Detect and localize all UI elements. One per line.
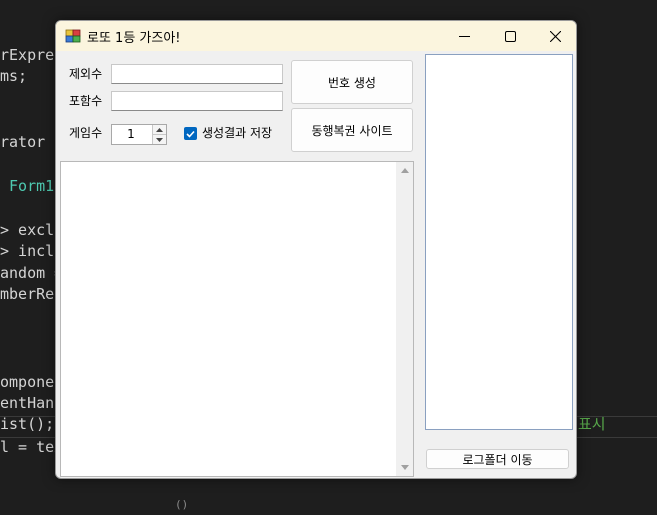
- maximize-icon: [504, 30, 516, 42]
- chevron-up-icon: [156, 127, 163, 132]
- generate-numbers-button[interactable]: 번호 생성: [291, 60, 413, 104]
- exclude-label: 제외수: [69, 67, 103, 81]
- code-line: rExpres: [0, 46, 64, 64]
- scroll-down-button[interactable]: [396, 459, 413, 476]
- code-line: ms;: [0, 67, 28, 85]
- include-input[interactable]: [111, 91, 283, 111]
- code-line: Form1: [0, 177, 55, 195]
- log-list-box[interactable]: [425, 54, 573, 430]
- exclude-input[interactable]: [111, 64, 283, 84]
- result-output-area[interactable]: [60, 161, 414, 477]
- checkmark-icon: [186, 130, 195, 138]
- scroll-up-button[interactable]: [396, 162, 413, 179]
- open-log-folder-button[interactable]: 로그폴더 이동: [426, 449, 569, 469]
- minimize-button[interactable]: [441, 21, 487, 51]
- close-icon: [549, 30, 561, 42]
- save-result-label[interactable]: 생성결과 저장: [202, 124, 272, 141]
- include-label: 포함수: [69, 94, 103, 108]
- game-count-label: 게임수: [69, 126, 103, 140]
- code-line: l = tex: [0, 438, 64, 456]
- code-line: rator: [0, 133, 46, 151]
- close-button[interactable]: [532, 21, 576, 51]
- stepper-down-button[interactable]: [152, 135, 166, 144]
- code-comment-fragment: 표시: [578, 415, 606, 433]
- game-count-stepper[interactable]: 1: [111, 124, 167, 145]
- app-window: 로또 1등 가즈아! 제외수 포함수 게임수 1 생성결과 저장 번호 생성 동…: [55, 20, 577, 479]
- code-line: entHand: [0, 394, 64, 412]
- code-line: ist();: [0, 415, 55, 433]
- save-result-checkbox[interactable]: [184, 127, 197, 140]
- scroll-down-icon: [400, 465, 409, 470]
- code-line: > inclu: [0, 242, 64, 260]
- code-line: > exclu: [0, 221, 64, 239]
- window-title: 로또 1등 가즈아!: [87, 31, 181, 46]
- vertical-scrollbar[interactable]: [396, 162, 413, 476]
- code-line: andom =: [0, 264, 64, 282]
- stepper-up-button[interactable]: [152, 125, 166, 135]
- app-icon: [65, 29, 81, 43]
- maximize-button[interactable]: [487, 21, 533, 51]
- game-count-value[interactable]: 1: [112, 125, 150, 144]
- chevron-down-icon: [156, 137, 163, 142]
- code-line: mberReg: [0, 285, 64, 303]
- minimize-icon: [458, 35, 470, 37]
- title-bar[interactable]: 로또 1등 가즈아!: [56, 21, 576, 51]
- scroll-up-icon: [400, 168, 409, 173]
- lottery-site-button[interactable]: 동행복권 사이트: [291, 108, 413, 152]
